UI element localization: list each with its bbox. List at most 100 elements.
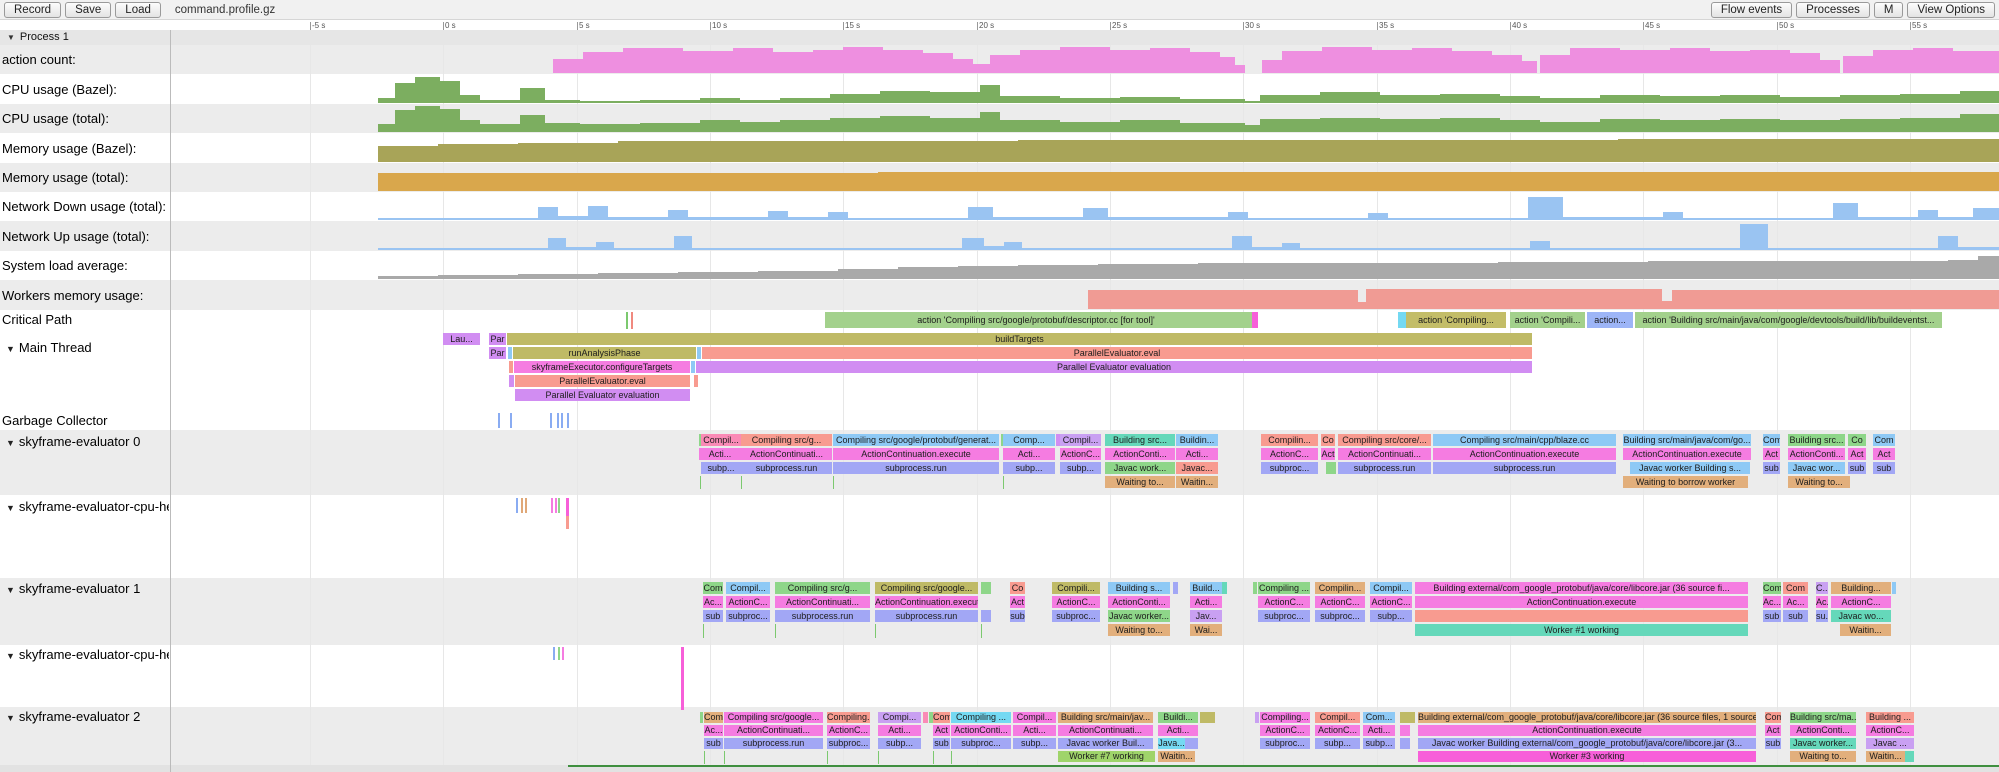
event-bar[interactable]: Com... [1363,712,1395,723]
event-bar[interactable] [1200,712,1215,723]
instant-event-tick[interactable] [557,413,559,428]
event-bar[interactable] [1398,312,1406,328]
event-bar[interactable]: Par [489,333,506,345]
event-bar[interactable] [697,347,701,359]
event-bar[interactable] [1173,582,1178,594]
event-bar[interactable]: ActionContinuati... [1338,448,1431,460]
event-bar[interactable]: subprocess.run [875,610,978,622]
event-bar[interactable]: Waiting to... [1105,476,1175,488]
event-bar[interactable]: Compiling... [827,712,870,723]
event-bar[interactable]: Acti... [1176,448,1218,460]
event-bar[interactable]: Act [1765,725,1781,736]
event-bar[interactable]: subp... [701,462,741,474]
event-bar[interactable]: Compiling src/google... [724,712,823,723]
event-bar[interactable]: Act [933,725,950,736]
event-bar[interactable]: Buildin... [1176,434,1218,446]
event-bar[interactable]: subproc... [827,738,870,749]
collapse-arrow-icon[interactable]: ▼ [2,438,19,448]
event-bar[interactable]: Javac worker... [1790,738,1856,749]
event-bar[interactable]: Building src/ma... [1790,712,1856,723]
event-bar[interactable]: subp... [1013,738,1056,749]
event-bar[interactable] [1253,582,1257,594]
event-bar[interactable]: subproc... [951,738,1011,749]
instant-event-tick[interactable] [951,751,952,764]
event-bar[interactable]: Building src/main/java/com/go... [1623,434,1751,446]
event-bar[interactable]: Compil... [1060,434,1101,446]
event-bar[interactable]: ParallelEvaluator.eval [702,347,1532,359]
event-bar[interactable]: ActionC... [1831,596,1891,608]
processes-button[interactable]: Processes [1796,2,1870,18]
event-bar[interactable]: Javac wo... [1831,610,1891,622]
event-bar[interactable]: Acti... [1013,725,1056,736]
event-bar[interactable]: Com [703,582,723,594]
event-bar[interactable]: Javac work... [1105,462,1175,474]
event-bar[interactable]: ActionC... [726,596,770,608]
event-bar[interactable] [694,375,698,387]
counter-action-count[interactable] [170,45,1999,74]
track-label[interactable]: ▼skyframe-evaluator-cpu-heavy- [2,647,169,662]
event-bar[interactable]: Compiling src/main/cpp/blaze.cc [1433,434,1616,446]
instant-event-tick[interactable] [568,765,1999,767]
event-bar[interactable]: ActionConti... [951,725,1011,736]
collapse-arrow-icon[interactable]: ▼ [2,651,19,661]
event-bar[interactable]: Compiling... [1260,712,1310,723]
counter-mem-bazel[interactable] [170,133,1999,163]
event-bar[interactable]: Jav... [1190,610,1222,622]
instant-event-tick[interactable] [878,751,879,764]
event-bar[interactable]: Com [1873,434,1895,446]
event-bar[interactable]: ActionContinuation.execute [1433,448,1616,460]
instant-event-tick[interactable] [558,647,560,660]
event-bar[interactable]: sub [1783,610,1808,622]
event-bar[interactable]: Waiting to... [1108,624,1170,636]
event-bar[interactable]: Worker #7 working [1058,751,1155,762]
event-bar[interactable]: Java... [1158,738,1185,749]
event-bar[interactable]: Compil... [726,582,770,594]
event-bar[interactable]: Javac worker Buil... [1058,738,1153,749]
instant-event-tick[interactable] [555,498,557,513]
event-bar[interactable] [1400,712,1415,723]
event-bar[interactable] [1326,462,1336,474]
collapse-arrow-icon[interactable]: ▼ [2,503,19,513]
event-bar[interactable]: Compil... [1370,582,1412,594]
event-bar[interactable]: subprocess.run [1338,462,1431,474]
event-bar[interactable]: Ac... [703,596,723,608]
event-bar[interactable]: ActionConti... [1790,725,1856,736]
collapse-arrow-icon[interactable]: ▼ [2,713,19,723]
event-bar[interactable]: subproc... [1315,610,1365,622]
event-bar[interactable]: runAnalysisPhase [513,347,696,359]
event-bar[interactable]: Co [1321,434,1335,446]
event-bar[interactable]: Compiling src/g... [775,582,870,594]
event-bar[interactable]: Lau... [443,333,480,345]
event-bar[interactable]: subp... [1315,738,1360,749]
event-bar[interactable]: Building src... [1788,434,1845,446]
event-bar[interactable] [981,610,991,622]
event-bar[interactable]: subproc... [1258,610,1310,622]
save-button[interactable]: Save [65,2,111,18]
event-bar[interactable]: Com [704,712,723,723]
instant-event-tick[interactable] [561,413,563,428]
event-bar[interactable] [1185,738,1198,749]
event-bar[interactable]: Compiling src/google... [875,582,978,594]
event-bar[interactable]: Comp... [1003,434,1055,446]
event-bar[interactable]: subp... [1003,462,1055,474]
event-bar[interactable]: action 'Compiling... [1406,312,1506,328]
event-bar[interactable]: Worker #3 working [1418,751,1756,762]
event-bar[interactable]: Worker #1 working [1415,624,1748,636]
event-bar[interactable]: ActionContinuation.execute [1415,596,1748,608]
instant-event-tick[interactable] [566,516,569,529]
event-bar[interactable]: ActionContinuation.execute [875,596,978,608]
load-button[interactable]: Load [115,2,161,18]
instant-event-tick[interactable] [510,413,512,428]
counter-cpu-total[interactable] [170,104,1999,133]
event-bar[interactable] [700,712,703,723]
event-bar[interactable]: Compiling src/google/protobuf/generat... [833,434,999,446]
event-bar[interactable]: Waiting to... [1788,476,1850,488]
collapse-arrow-icon[interactable]: ▼ [2,585,19,595]
event-bar[interactable]: Acti... [1158,725,1198,736]
instant-event-tick[interactable] [703,624,704,638]
flow-events-button[interactable]: Flow events [1711,2,1792,18]
event-bar[interactable]: subproc... [1260,738,1310,749]
event-bar[interactable] [1400,725,1410,736]
event-bar[interactable]: sub [704,738,723,749]
instant-event-tick[interactable] [558,498,560,513]
